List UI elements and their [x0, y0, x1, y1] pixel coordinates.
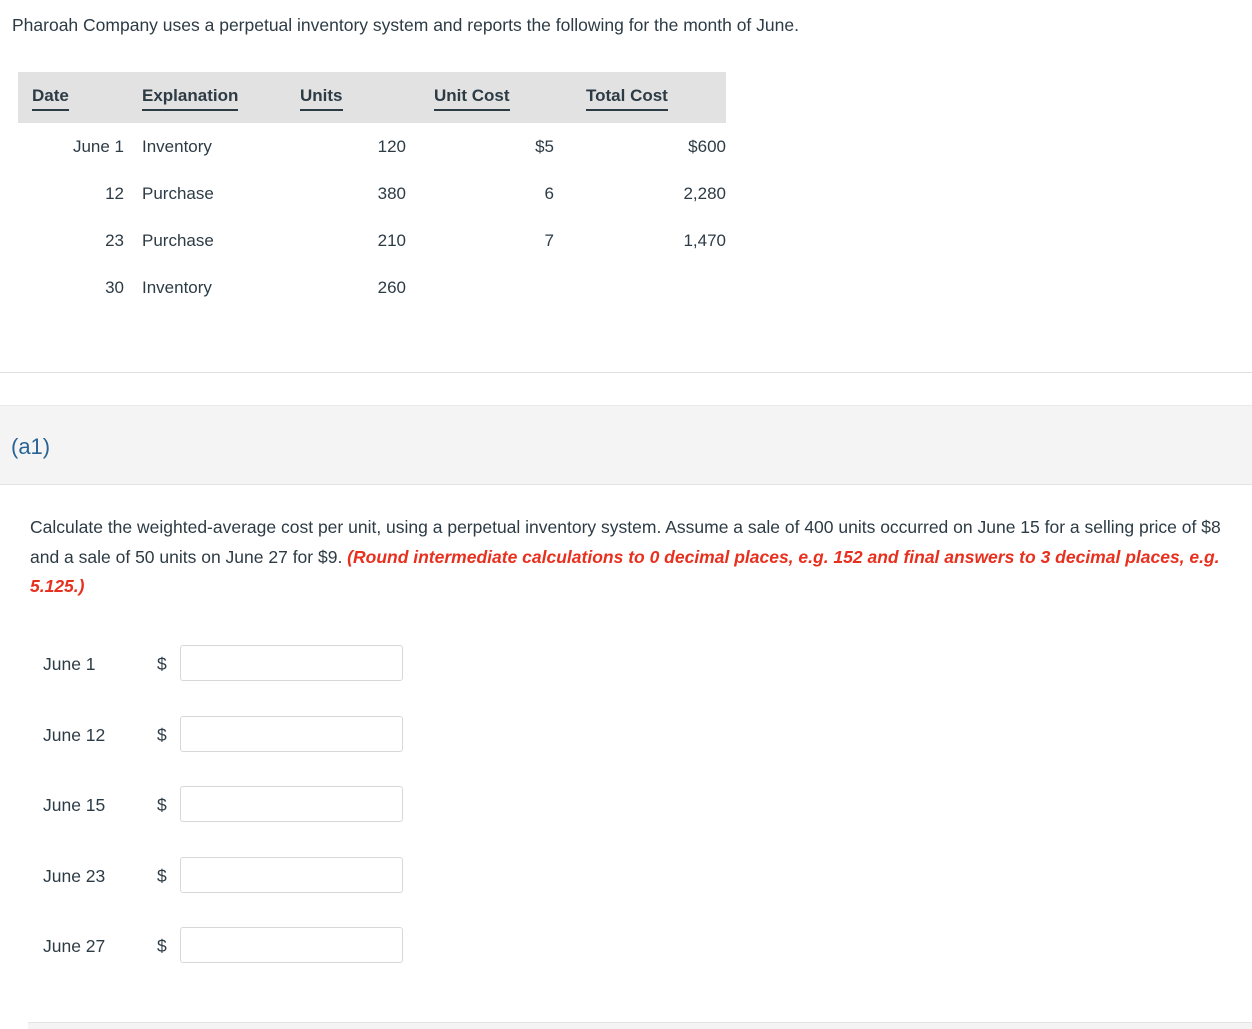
cell-explanation: Inventory — [124, 264, 282, 311]
answer-input-june-1[interactable] — [180, 645, 403, 681]
table-header-row: Date Explanation Units Unit Cost Total C… — [18, 72, 726, 123]
table-row: June 1 Inventory 120 $5 $600 — [18, 123, 726, 170]
cell-date: 23 — [18, 217, 124, 264]
table-row: 30 Inventory 260 — [18, 264, 726, 311]
answer-input-june-15[interactable] — [180, 786, 403, 822]
answer-label-june-12: June 12 — [43, 724, 106, 745]
section-divider — [0, 372, 1252, 373]
answer-label-june-15: June 15 — [43, 795, 106, 815]
cell-units: 260 — [282, 264, 406, 311]
cell-date: June 1 — [18, 123, 124, 170]
cell-explanation: Inventory — [124, 123, 282, 170]
cell-total-cost: 2,280 — [554, 170, 726, 217]
question-text: Calculate the weighted-average cost per … — [30, 513, 1236, 602]
column-header-date-label: Date — [32, 86, 69, 111]
cell-unit-cost: $5 — [406, 123, 554, 170]
cell-explanation: Purchase — [124, 217, 282, 264]
cell-date: 30 — [18, 264, 124, 311]
inventory-table-head: Date Explanation Units Unit Cost Total C… — [18, 72, 726, 123]
currency-symbol-june-23: $ — [157, 865, 167, 886]
column-header-unit-cost: Unit Cost — [406, 72, 554, 123]
currency-symbol-june-27: $ — [157, 936, 167, 956]
answer-label-june-23: June 23 — [43, 865, 106, 886]
column-header-total-cost: Total Cost — [554, 72, 726, 123]
answer-input-june-27[interactable] — [180, 927, 403, 963]
cell-date: 12 — [18, 170, 124, 217]
cell-units: 210 — [282, 217, 406, 264]
cell-unit-cost: 6 — [406, 170, 554, 217]
cell-units: 120 — [282, 123, 406, 170]
cell-unit-cost: 7 — [406, 217, 554, 264]
part-header-panel — [0, 405, 1252, 485]
currency-symbol-june-1: $ — [157, 654, 167, 674]
currency-symbol-june-15: $ — [157, 795, 167, 815]
inventory-table-container: Date Explanation Units Unit Cost Total C… — [18, 72, 726, 311]
answer-label-june-1: June 1 — [43, 654, 96, 674]
cell-unit-cost — [406, 264, 554, 311]
answer-label-june-27: June 27 — [43, 936, 106, 956]
inventory-table: Date Explanation Units Unit Cost Total C… — [18, 72, 726, 311]
column-header-units-label: Units — [300, 86, 343, 111]
cell-explanation: Purchase — [124, 170, 282, 217]
column-header-units: Units — [282, 72, 406, 123]
cell-total-cost: $600 — [554, 123, 726, 170]
column-header-unit-cost-label: Unit Cost — [434, 86, 510, 111]
cell-total-cost: 1,470 — [554, 217, 726, 264]
table-row: 12 Purchase 380 6 2,280 — [18, 170, 726, 217]
column-header-date: Date — [18, 72, 124, 123]
cell-units: 380 — [282, 170, 406, 217]
answer-input-june-12[interactable] — [180, 715, 403, 752]
inventory-table-body: June 1 Inventory 120 $5 $600 12 Purchase… — [18, 123, 726, 311]
column-header-total-cost-label: Total Cost — [586, 86, 668, 111]
part-label-a1: (a1) — [11, 434, 51, 459]
currency-symbol-june-12: $ — [157, 724, 167, 745]
intro-paragraph: Pharoah Company uses a perpetual invento… — [12, 15, 799, 35]
answer-input-june-23[interactable] — [180, 856, 403, 893]
table-row: 23 Purchase 210 7 1,470 — [18, 217, 726, 264]
column-header-explanation-label: Explanation — [142, 86, 239, 111]
cell-total-cost — [554, 264, 726, 311]
column-header-explanation: Explanation — [124, 72, 282, 123]
